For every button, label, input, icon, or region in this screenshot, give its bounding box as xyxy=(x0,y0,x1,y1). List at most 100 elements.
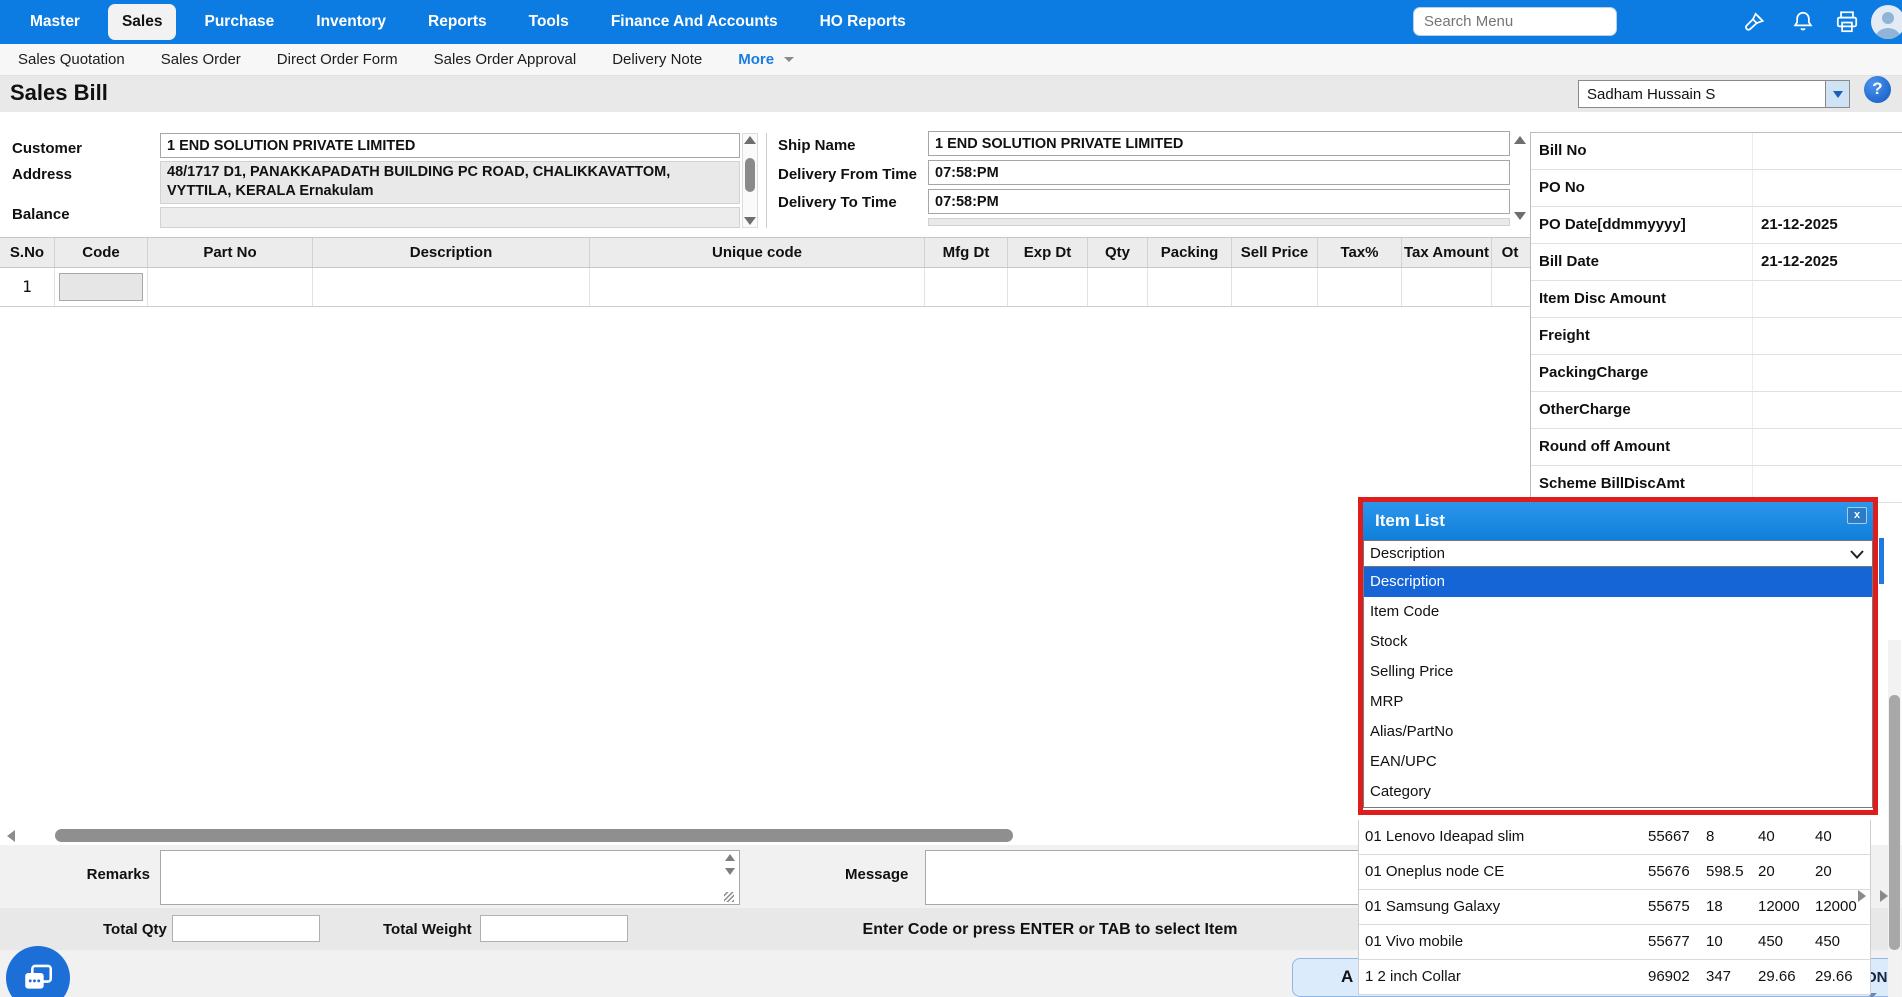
nav-tools[interactable]: Tools xyxy=(515,4,583,40)
option-mrp[interactable]: MRP xyxy=(1364,687,1872,717)
user-avatar[interactable] xyxy=(1871,5,1902,39)
subnav-delivery-note[interactable]: Delivery Note xyxy=(612,51,702,68)
scrollbar-thumb[interactable] xyxy=(745,158,755,192)
page-scrollbar[interactable] xyxy=(1888,640,1901,997)
ship-name-input[interactable] xyxy=(928,131,1510,156)
scroll-down-icon[interactable] xyxy=(744,217,756,225)
item-result-row[interactable]: 1 2 inch Collar9690234729.6629.66 xyxy=(1359,960,1870,995)
col-description: Description xyxy=(313,238,590,267)
balance-field xyxy=(160,207,740,228)
title-band: Sales Bill Sadham Hussain S ? xyxy=(0,76,1902,112)
col-packing: Packing xyxy=(1148,238,1232,267)
form-scrollbar[interactable] xyxy=(742,133,758,228)
total-weight-input[interactable] xyxy=(480,915,628,942)
item-result-row[interactable]: 01 Vivo mobile5567710450450 xyxy=(1359,925,1870,960)
sub-nav: Sales Quotation Sales Order Direct Order… xyxy=(0,44,1902,76)
chevron-down-icon xyxy=(784,57,794,62)
delivery-to-input[interactable] xyxy=(928,189,1510,214)
col-mfg-dt: Mfg Dt xyxy=(925,238,1008,267)
row1-code-cell xyxy=(55,268,148,306)
item-result-row[interactable]: 01 Lenovo Ideapad slim5566784040 xyxy=(1359,820,1870,855)
user-dropdown[interactable]: Sadham Hussain S xyxy=(1578,80,1850,108)
subnav-more[interactable]: More xyxy=(738,51,774,68)
customer-label: Customer xyxy=(12,140,82,157)
panel-scroll-up-icon[interactable] xyxy=(1514,136,1526,144)
dropdown-arrow-button[interactable] xyxy=(1825,81,1849,107)
total-qty-label: Total Qty xyxy=(103,921,167,938)
col-tax-pct: Tax% xyxy=(1318,238,1402,267)
option-description[interactable]: Description xyxy=(1364,567,1872,597)
scroll-right-icon[interactable] xyxy=(1858,890,1866,902)
subnav-direct-order-form[interactable]: Direct Order Form xyxy=(277,51,398,68)
panel-row-po-no: PO No xyxy=(1531,170,1902,207)
chat-icon xyxy=(21,961,55,995)
help-icon[interactable]: ? xyxy=(1864,76,1891,103)
option-selling-price[interactable]: Selling Price xyxy=(1364,657,1872,687)
option-alias-partno[interactable]: Alias/PartNo xyxy=(1364,717,1872,747)
panel-row-bill-no: Bill No xyxy=(1531,133,1902,170)
nav-purchase[interactable]: Purchase xyxy=(190,4,288,40)
popup-scrollbar-thumb[interactable] xyxy=(1879,538,1884,584)
item-list-popup: Item List x Description Description Item… xyxy=(1358,497,1878,815)
item-code-input[interactable] xyxy=(59,273,143,301)
printer-icon[interactable] xyxy=(1834,9,1860,35)
hscrollbar-thumb[interactable] xyxy=(55,829,1013,842)
ship-name-label: Ship Name xyxy=(778,137,856,154)
items-grid-header: S.No Code Part No Description Unique cod… xyxy=(0,237,1530,268)
action-button-text-left: A xyxy=(1341,967,1353,987)
delivery-from-input[interactable] xyxy=(928,160,1510,185)
brush-icon[interactable] xyxy=(1741,9,1767,35)
panel-row-po-date: PO Date[ddmmyyyy]21-12-2025 xyxy=(1531,207,1902,244)
item-list-popup-title[interactable]: Item List x xyxy=(1363,502,1873,540)
address-field[interactable]: 48/1717 D1, PANAKKAPADATH BUILDING PC RO… xyxy=(160,161,740,204)
customer-input[interactable] xyxy=(160,133,740,158)
item-select-hint: Enter Code or press ENTER or TAB to sele… xyxy=(770,921,1330,939)
close-icon[interactable]: x xyxy=(1847,507,1867,524)
col-other-truncated: Ot xyxy=(1492,238,1528,267)
resize-handle[interactable] xyxy=(724,892,734,902)
chevron-down-icon xyxy=(1850,550,1864,559)
panel-row-bill-date: Bill Date21-12-2025 xyxy=(1531,244,1902,281)
item-result-row[interactable]: 01 Oneplus node CE55676598.52020 xyxy=(1359,855,1870,890)
total-weight-label: Total Weight xyxy=(383,921,472,938)
panel-row-round-off: Round off Amount xyxy=(1531,429,1902,466)
remarks-scroll-up-icon[interactable] xyxy=(725,854,735,861)
option-stock[interactable]: Stock xyxy=(1364,627,1872,657)
nav-ho-reports[interactable]: HO Reports xyxy=(806,4,920,40)
nav-sales[interactable]: Sales xyxy=(108,4,177,40)
delivery-from-label: Delivery From Time xyxy=(778,166,917,183)
bell-icon[interactable] xyxy=(1790,9,1816,35)
remarks-textarea[interactable] xyxy=(160,850,740,905)
option-item-code[interactable]: Item Code xyxy=(1364,597,1872,627)
search-input[interactable] xyxy=(1413,7,1617,36)
scroll-up-icon[interactable] xyxy=(744,136,756,144)
panel-row-item-disc-amount: Item Disc Amount xyxy=(1531,281,1902,318)
remarks-scroll-down-icon[interactable] xyxy=(725,868,735,875)
delivery-to-label: Delivery To Time xyxy=(778,194,897,211)
page-scrollbar-thumb[interactable] xyxy=(1889,695,1900,950)
panel-row-freight: Freight xyxy=(1531,318,1902,355)
subnav-sales-order-approval[interactable]: Sales Order Approval xyxy=(434,51,577,68)
message-label: Message xyxy=(845,866,908,883)
filter-select[interactable]: Description xyxy=(1363,540,1873,567)
item-result-row[interactable]: 01 Samsung Galaxy55675181200012000 xyxy=(1359,890,1870,925)
option-category[interactable]: Category xyxy=(1364,777,1872,807)
nav-inventory[interactable]: Inventory xyxy=(302,4,400,40)
total-qty-input[interactable] xyxy=(172,915,320,942)
item-results-table: 01 Lenovo Ideapad slim5566784040 01 Onep… xyxy=(1358,820,1871,995)
panel-scroll-down-icon[interactable] xyxy=(1514,212,1526,220)
nav-finance-accounts[interactable]: Finance And Accounts xyxy=(597,4,792,40)
option-ean-upc[interactable]: EAN/UPC xyxy=(1364,747,1872,777)
nav-master[interactable]: Master xyxy=(16,4,94,40)
subnav-sales-quotation[interactable]: Sales Quotation xyxy=(18,51,125,68)
col-sno: S.No xyxy=(0,238,55,267)
nav-reports[interactable]: Reports xyxy=(414,4,501,40)
subnav-sales-order[interactable]: Sales Order xyxy=(161,51,241,68)
filter-options-list: Description Item Code Stock Selling Pric… xyxy=(1363,567,1873,808)
panel-row-other-charge: OtherCharge xyxy=(1531,392,1902,429)
scroll-right-icon[interactable] xyxy=(1880,890,1888,902)
hscroll-left-icon[interactable] xyxy=(7,830,15,842)
col-qty: Qty xyxy=(1088,238,1148,267)
col-sell-price: Sell Price xyxy=(1232,238,1318,267)
col-code: Code xyxy=(55,238,148,267)
